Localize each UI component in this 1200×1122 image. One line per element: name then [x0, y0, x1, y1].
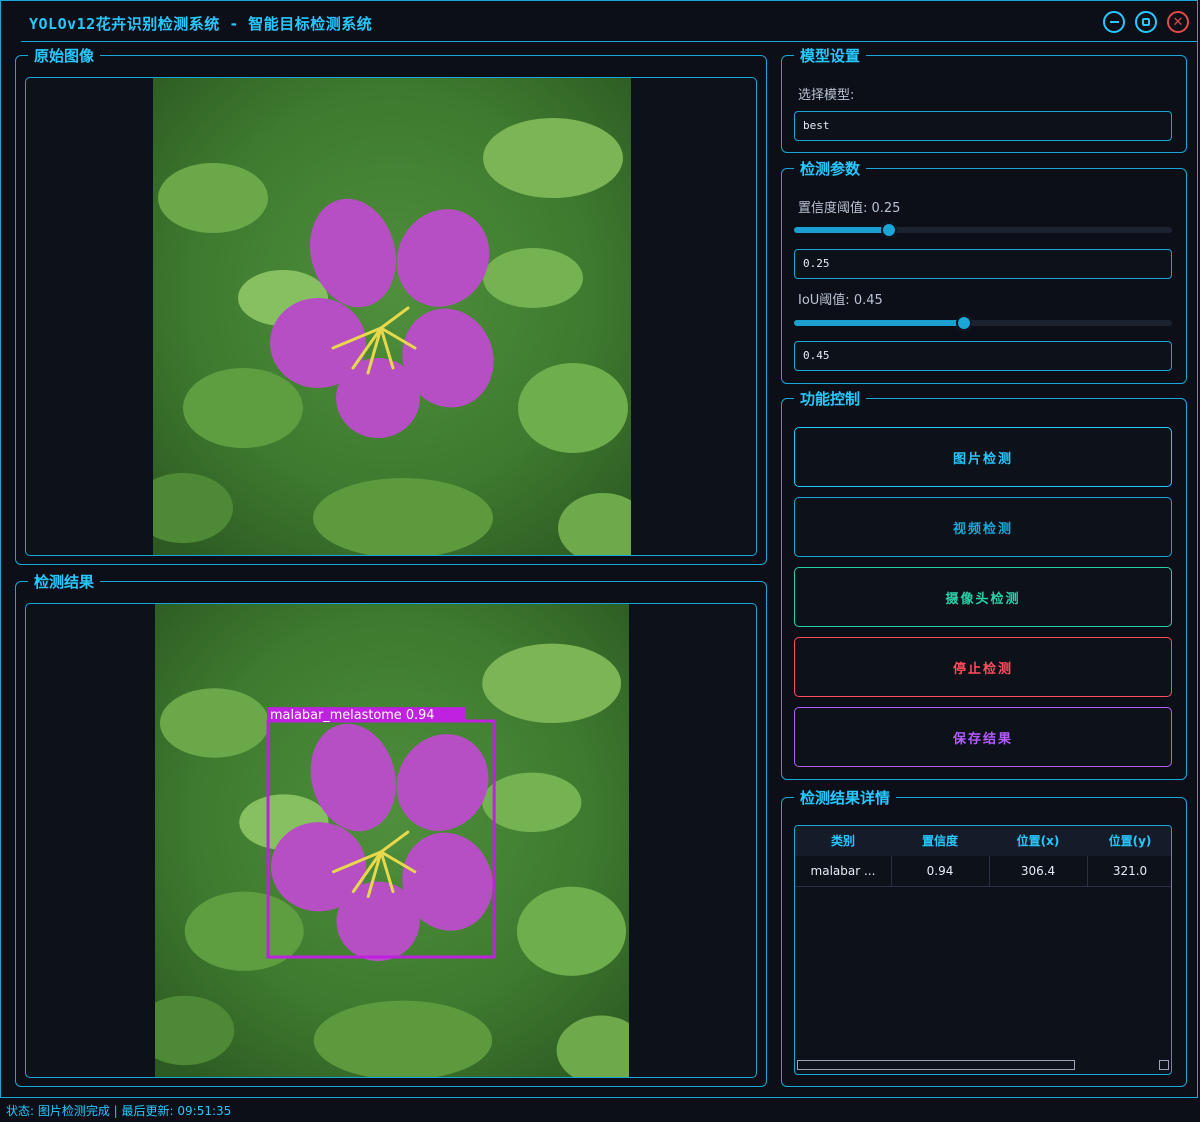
- camera-detect-button[interactable]: 摄像头检测: [794, 567, 1172, 627]
- window-title: YOLOv12花卉识别检测系统 - 智能目标检测系统: [29, 15, 373, 33]
- maximize-button[interactable]: [1135, 11, 1157, 33]
- scroll-corner: [1159, 1060, 1169, 1070]
- original-image-frame: [25, 77, 757, 556]
- column-header-y[interactable]: 位置(y): [1087, 826, 1171, 856]
- image-detect-button[interactable]: 图片检测: [794, 427, 1172, 487]
- confidence-input[interactable]: 0.25: [794, 249, 1172, 279]
- detection-details-panel: 检测结果详情 类别 置信度 位置(x) 位置(y) malabar ... 0.…: [781, 788, 1187, 1087]
- detection-params-title: 检测参数: [794, 159, 867, 179]
- original-image: [153, 78, 631, 555]
- column-divider: [1087, 856, 1088, 886]
- detection-details-title: 检测结果详情: [794, 788, 897, 808]
- title-divider: [21, 41, 1197, 42]
- result-image: malabar_melastome 0.94: [155, 604, 629, 1077]
- column-header-x[interactable]: 位置(x): [989, 826, 1087, 856]
- function-controls-panel: 功能控制 图片检测 视频检测 摄像头检测 停止检测 保存结果: [781, 389, 1187, 780]
- result-image-frame: malabar_melastome 0.94: [25, 603, 757, 1078]
- horizontal-scrollbar[interactable]: [797, 1060, 1075, 1070]
- video-detect-button[interactable]: 视频检测: [794, 497, 1172, 557]
- model-settings-title: 模型设置: [794, 46, 867, 66]
- iou-label: IoU阈值: 0.45: [798, 293, 883, 308]
- minimize-button[interactable]: [1103, 11, 1125, 33]
- confidence-slider-handle[interactable]: [880, 222, 897, 238]
- confidence-slider-fill: [794, 227, 889, 233]
- cell-confidence: 0.94: [926, 864, 954, 878]
- table-row[interactable]: malabar ... 0.94 306.4 321.0: [795, 856, 1171, 887]
- table-header: 类别 置信度 位置(x) 位置(y): [795, 826, 1171, 856]
- detection-box-label: malabar_melastome 0.94: [270, 708, 434, 723]
- model-settings-panel: 模型设置 选择模型: best: [781, 46, 1187, 153]
- model-select-label: 选择模型:: [798, 88, 855, 103]
- confidence-slider[interactable]: [794, 222, 1172, 238]
- function-controls-title: 功能控制: [794, 389, 867, 409]
- iou-slider-handle[interactable]: [956, 315, 973, 331]
- detection-params-panel: 检测参数 置信度阈值: 0.25 0.25 IoU阈值: 0.45 0.45: [781, 159, 1187, 384]
- original-image-title: 原始图像: [28, 46, 101, 66]
- column-header-confidence[interactable]: 置信度: [891, 826, 989, 856]
- cell-class: malabar ...: [810, 864, 876, 878]
- app-window: YOLOv12花卉识别检测系统 - 智能目标检测系统 ✕ 原始图像 检测结果 m…: [0, 0, 1198, 1098]
- column-divider: [989, 856, 990, 886]
- iou-slider-fill: [794, 320, 965, 326]
- iou-input[interactable]: 0.45: [794, 341, 1172, 371]
- cell-x: 306.4: [1020, 864, 1056, 878]
- stop-detect-button[interactable]: 停止检测: [794, 637, 1172, 697]
- detection-result-panel: 检测结果 malabar_melastome 0.94: [15, 572, 767, 1087]
- close-icon: ✕: [1172, 14, 1184, 30]
- cell-y: 321.0: [1112, 864, 1148, 878]
- detection-result-title: 检测结果: [28, 572, 101, 592]
- minimize-icon: [1109, 21, 1119, 23]
- title-bar[interactable]: YOLOv12花卉识别检测系统 - 智能目标检测系统 ✕: [1, 1, 1199, 43]
- model-select[interactable]: best: [794, 111, 1172, 141]
- original-image-panel: 原始图像: [15, 46, 767, 565]
- column-header-class[interactable]: 类别: [795, 826, 891, 856]
- column-divider: [891, 856, 892, 886]
- status-bar: 状态: 图片检测完成 | 最后更新: 09:51:35: [6, 1104, 232, 1118]
- iou-slider[interactable]: [794, 315, 1172, 331]
- confidence-label: 置信度阈值: 0.25: [798, 201, 901, 216]
- results-table[interactable]: 类别 置信度 位置(x) 位置(y) malabar ... 0.94 306.…: [794, 825, 1172, 1075]
- maximize-icon: [1142, 18, 1150, 26]
- close-button[interactable]: ✕: [1167, 11, 1189, 33]
- save-result-button[interactable]: 保存结果: [794, 707, 1172, 767]
